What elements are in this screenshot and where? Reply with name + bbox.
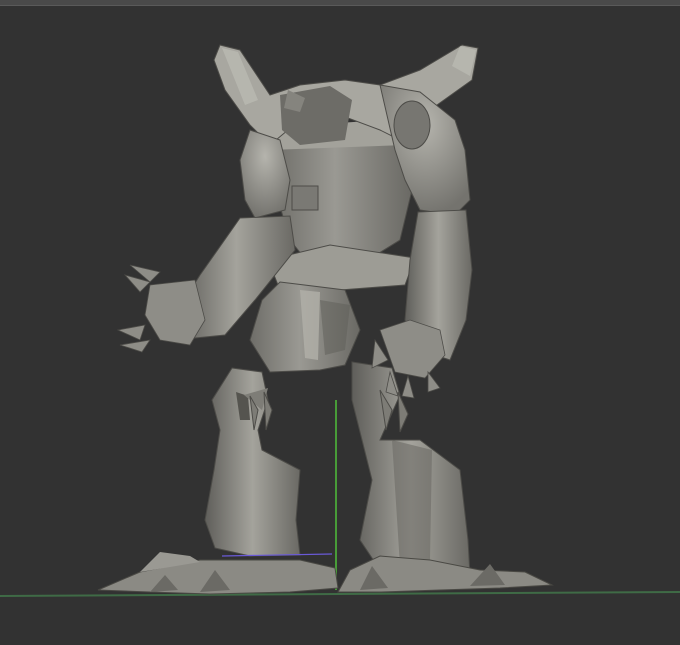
sculpt-scene[interactable] [0,0,680,645]
left-leg [97,367,339,595]
right-leg [337,361,554,593]
chest-block [291,185,319,211]
left-claw [116,264,206,353]
3d-viewport[interactable] [0,0,680,645]
floor-grid-line [0,591,680,597]
